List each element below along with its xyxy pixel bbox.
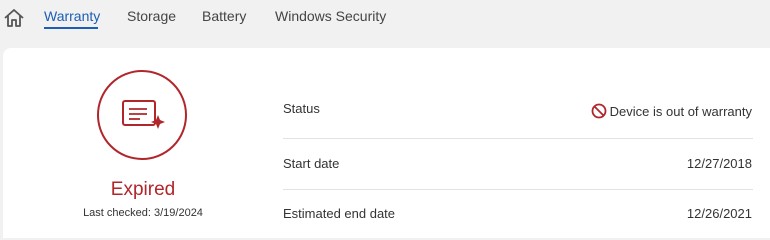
top-navigation: Warranty Storage Battery Windows Securit… [0, 0, 770, 44]
status-label: Status [283, 101, 320, 116]
tab-battery[interactable]: Battery [202, 8, 246, 24]
start-date-value: 12/27/2018 [686, 156, 752, 171]
tab-storage[interactable]: Storage [127, 8, 176, 24]
active-tab-indicator [44, 27, 98, 29]
last-checked-date: Last checked: 3/19/2024 [83, 207, 203, 219]
warranty-status-text: Expired [110, 179, 176, 200]
status-value: Device is out of warranty [591, 103, 752, 119]
status-value-text: Device is out of warranty [609, 104, 752, 119]
tab-windows-security[interactable]: Windows Security [275, 8, 386, 24]
start-date-label: Start date [283, 156, 340, 171]
row-divider [283, 138, 753, 139]
tab-warranty[interactable]: Warranty [44, 8, 100, 24]
end-date-label: Estimated end date [283, 206, 396, 221]
home-icon[interactable] [3, 7, 25, 29]
end-date-value: 12/26/2021 [686, 206, 752, 221]
prohibited-icon [591, 103, 607, 119]
certificate-icon [122, 100, 165, 129]
row-divider [283, 189, 753, 190]
warranty-status-badge [97, 70, 187, 160]
